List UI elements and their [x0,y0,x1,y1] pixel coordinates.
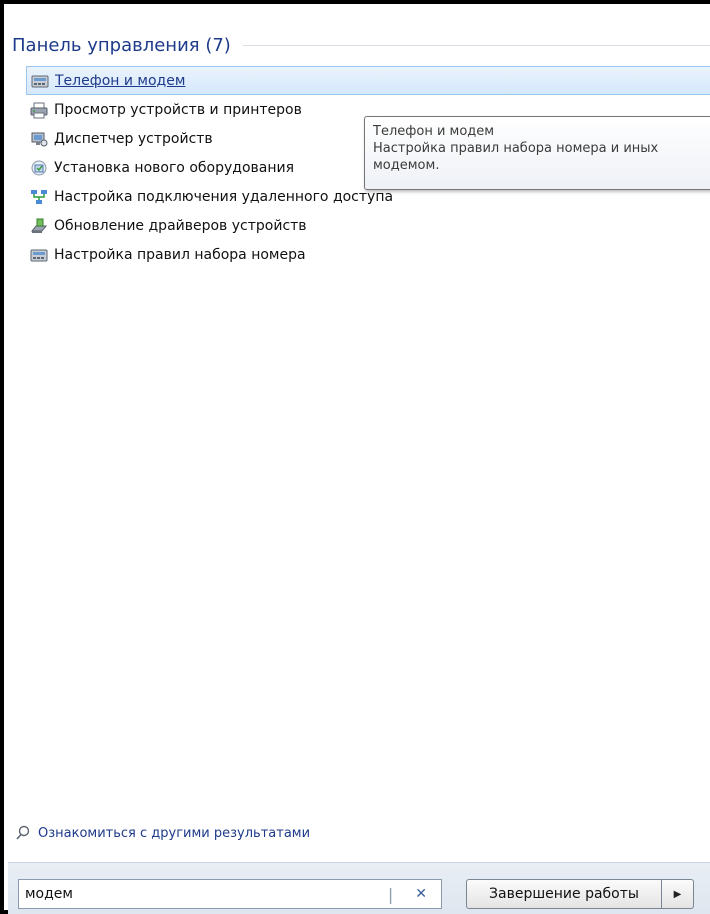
chevron-right-icon[interactable]: ▶ [662,879,694,909]
bottom-bar: | ✕ Завершение работы ▶ [8,862,710,914]
driver-update-icon [30,217,48,235]
result-label: Просмотр устройств и принтеров [54,101,302,118]
see-more-results-link[interactable]: Ознакомиться с другими результатами [14,824,310,842]
text-cursor-icon: | [387,884,394,904]
see-more-results-label: Ознакомиться с другими результатами [38,825,311,841]
result-label: Обновление драйверов устройств [54,217,307,234]
result-item-dialing-rules[interactable]: Настройка правил набора номера [26,240,710,269]
tooltip: Телефон и модем Настройка правил набора … [364,116,710,190]
result-label: Телефон и модем [55,72,186,89]
tooltip-line-2: модемом. [373,158,440,173]
result-label: Установка нового оборудования [54,159,295,176]
group-header: Панель управления (7) [12,32,710,58]
new-hardware-icon [30,159,48,177]
group-title[interactable]: Панель управления (7) [12,35,231,56]
start-menu-panel: Панель управления (7) Телефон и модем Пр… [0,0,710,914]
result-label: Диспетчер устройств [54,130,213,147]
result-label: Настройка правил набора номера [54,246,306,263]
search-icon [14,824,32,842]
group-divider [242,44,710,46]
tooltip-title: Телефон и модем [373,124,495,139]
device-manager-icon [30,130,48,148]
search-input[interactable] [19,881,388,907]
dialing-rules-icon [30,246,48,264]
phone-modem-icon [31,72,49,90]
search-box: | ✕ [18,879,442,909]
network-icon [30,188,48,206]
result-item-driver-update[interactable]: Обновление драйверов устройств [26,211,710,240]
tooltip-line-1: Настройка правил набора номера и иных [373,141,659,156]
result-label: Настройка подключения удаленного доступа [54,188,394,205]
result-item-phone-modem[interactable]: Телефон и модем [26,66,710,95]
shutdown-button[interactable]: Завершение работы [466,879,662,909]
close-icon[interactable]: ✕ [415,886,427,902]
printer-icon [30,101,48,119]
